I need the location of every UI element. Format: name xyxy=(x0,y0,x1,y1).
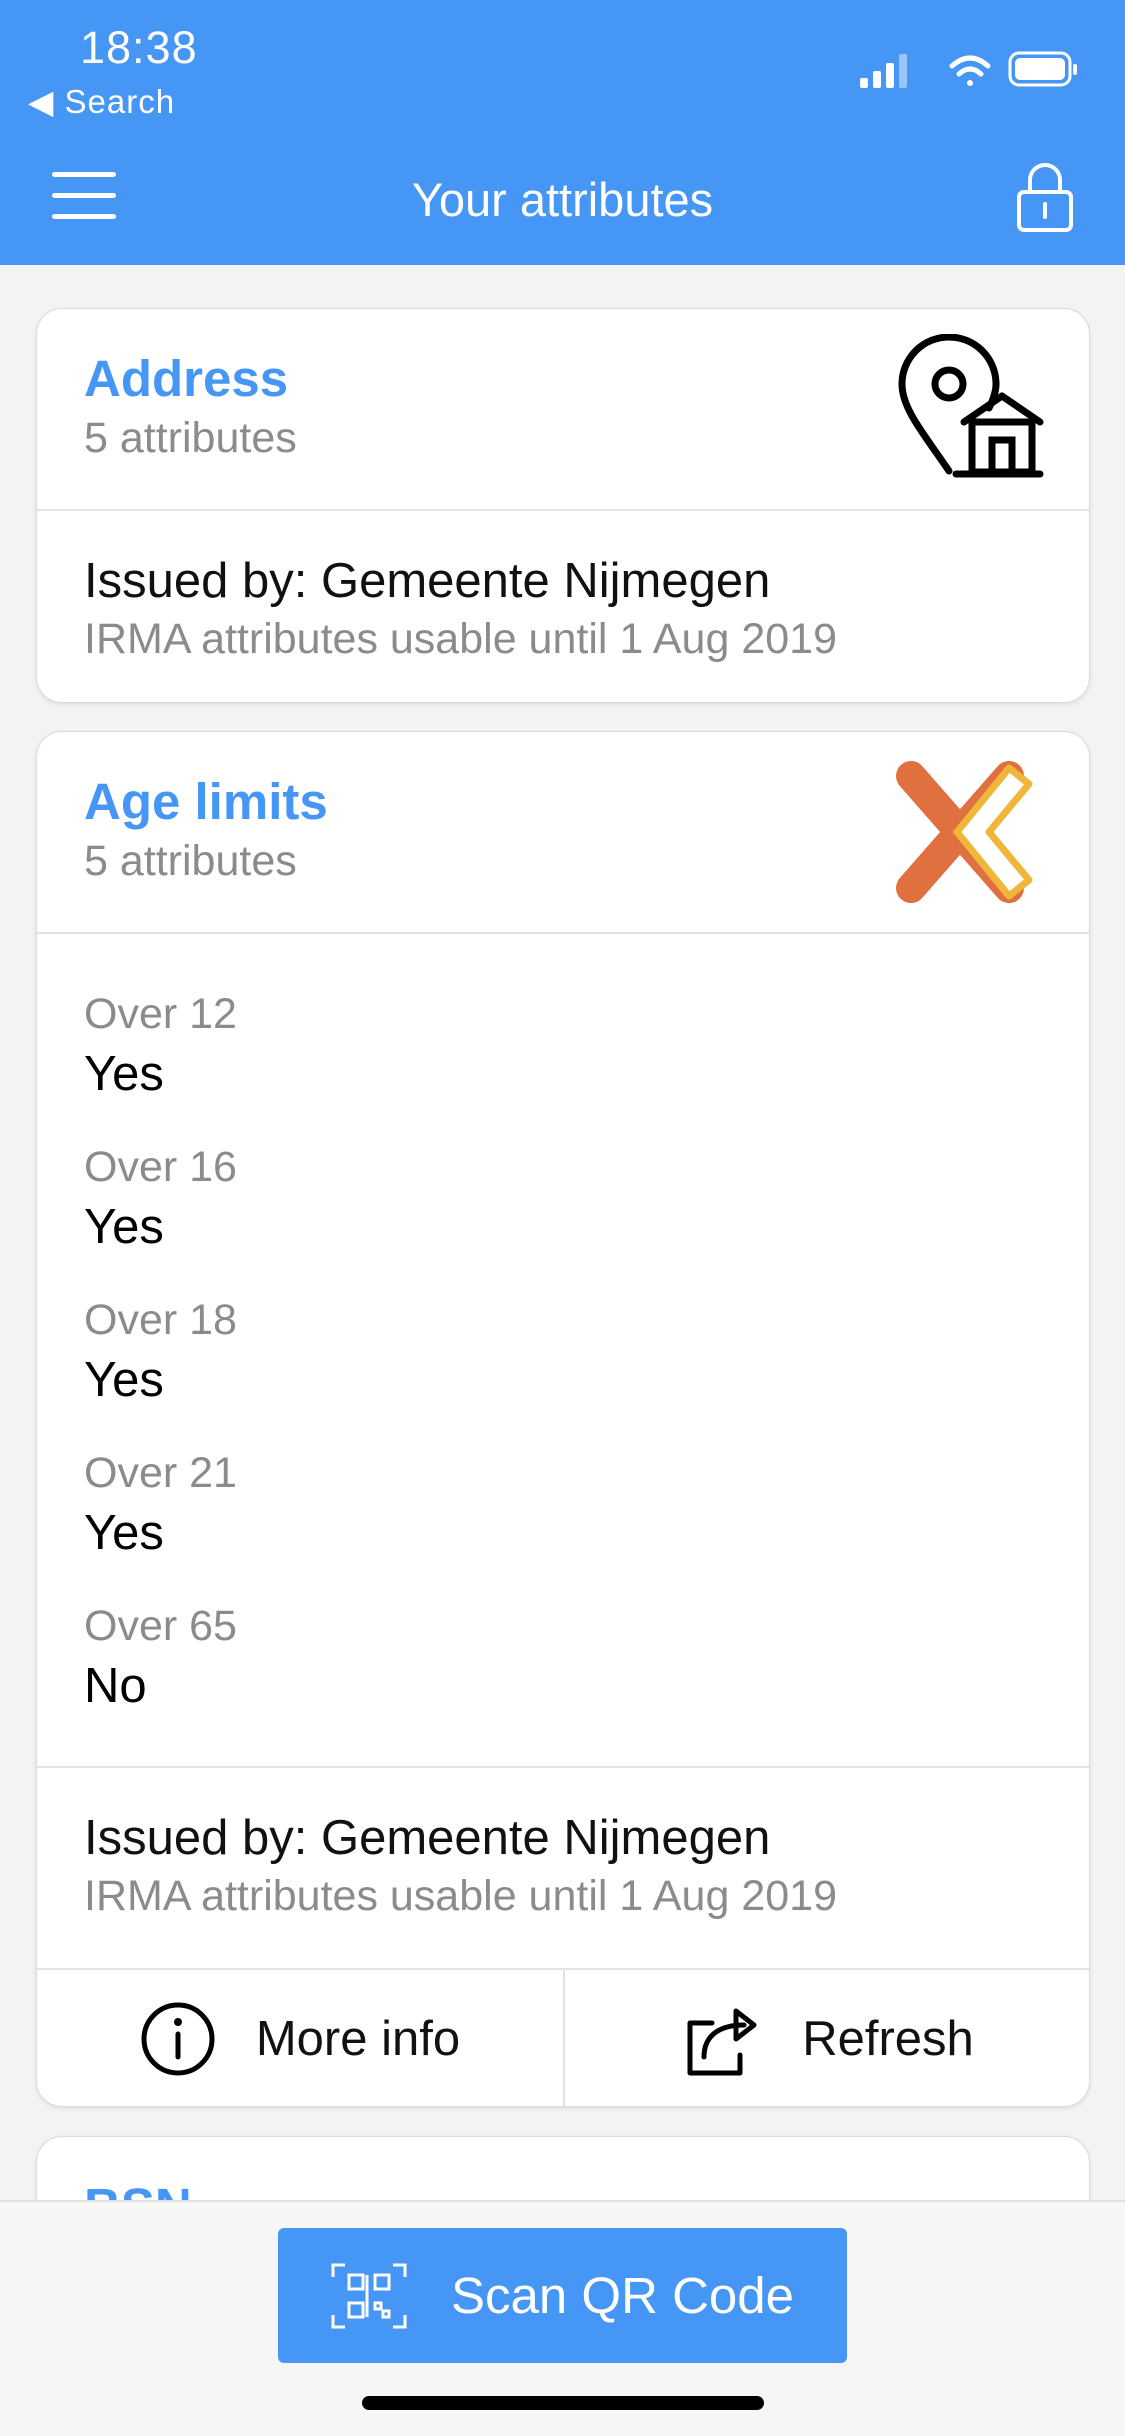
attribute-label: Over 16 xyxy=(84,1143,237,1191)
more-info-label: More info xyxy=(255,2012,461,2066)
attribute-label: Over 18 xyxy=(84,1296,237,1344)
card-divider xyxy=(37,509,1089,511)
usable-until: IRMA attributes usable until 1 Aug 2019 xyxy=(84,1872,837,1920)
card-title: Address xyxy=(84,350,289,407)
more-info-button[interactable]: More info xyxy=(37,1970,563,2106)
location-house-icon xyxy=(898,334,1044,478)
signal-icon xyxy=(860,54,907,88)
app-header: 18:38 ◀ Search Your attributes xyxy=(0,0,1125,265)
wifi-icon xyxy=(949,55,991,86)
address-card[interactable]: Address 5 attributes Issued by: Gemeente… xyxy=(36,308,1090,703)
card-divider xyxy=(37,932,1089,934)
scan-qr-label: Scan QR Code xyxy=(450,2267,794,2324)
battery-icon xyxy=(1008,51,1077,87)
attribute-value: Yes xyxy=(84,1047,164,1101)
refresh-label: Refresh xyxy=(802,2012,974,2066)
attribute-label: Over 12 xyxy=(84,990,237,1038)
info-icon xyxy=(141,2002,215,2076)
status-icons xyxy=(860,51,1077,88)
card-actions: More info Refresh xyxy=(37,1970,1089,2106)
qr-code-icon xyxy=(331,2263,407,2328)
attribute-value: Yes xyxy=(84,1353,164,1407)
attribute-value: No xyxy=(84,1659,147,1713)
attribute-value: Yes xyxy=(84,1200,164,1254)
issued-by: Issued by: Gemeente Nijmegen xyxy=(84,554,771,608)
age-limits-card[interactable]: Age limits 5 attributes Over 12 Yes Over… xyxy=(36,731,1090,2107)
share-arrow-icon xyxy=(687,2008,757,2076)
card-title: Age limits xyxy=(84,773,328,830)
home-indicator xyxy=(362,2396,764,2410)
status-time: 18:38 xyxy=(80,22,198,73)
card-divider xyxy=(37,1766,1089,1768)
attribute-label: Over 21 xyxy=(84,1449,237,1497)
lock-icon[interactable] xyxy=(1015,160,1075,232)
back-to-search-link[interactable]: ◀ Search xyxy=(28,82,175,121)
issued-by: Issued by: Gemeente Nijmegen xyxy=(84,1811,771,1865)
attribute-label: Over 65 xyxy=(84,1602,237,1650)
usable-until: IRMA attributes usable until 1 Aug 2019 xyxy=(84,615,837,663)
refresh-button[interactable]: Refresh xyxy=(565,1970,1089,2106)
age-limits-logo-icon xyxy=(896,761,1033,903)
card-subtitle: 5 attributes xyxy=(84,837,297,885)
page-title: Your attributes xyxy=(411,173,714,226)
attribute-value: Yes xyxy=(84,1506,164,1560)
scan-qr-button[interactable]: Scan QR Code xyxy=(278,2228,847,2363)
card-subtitle: 5 attributes xyxy=(84,414,297,462)
